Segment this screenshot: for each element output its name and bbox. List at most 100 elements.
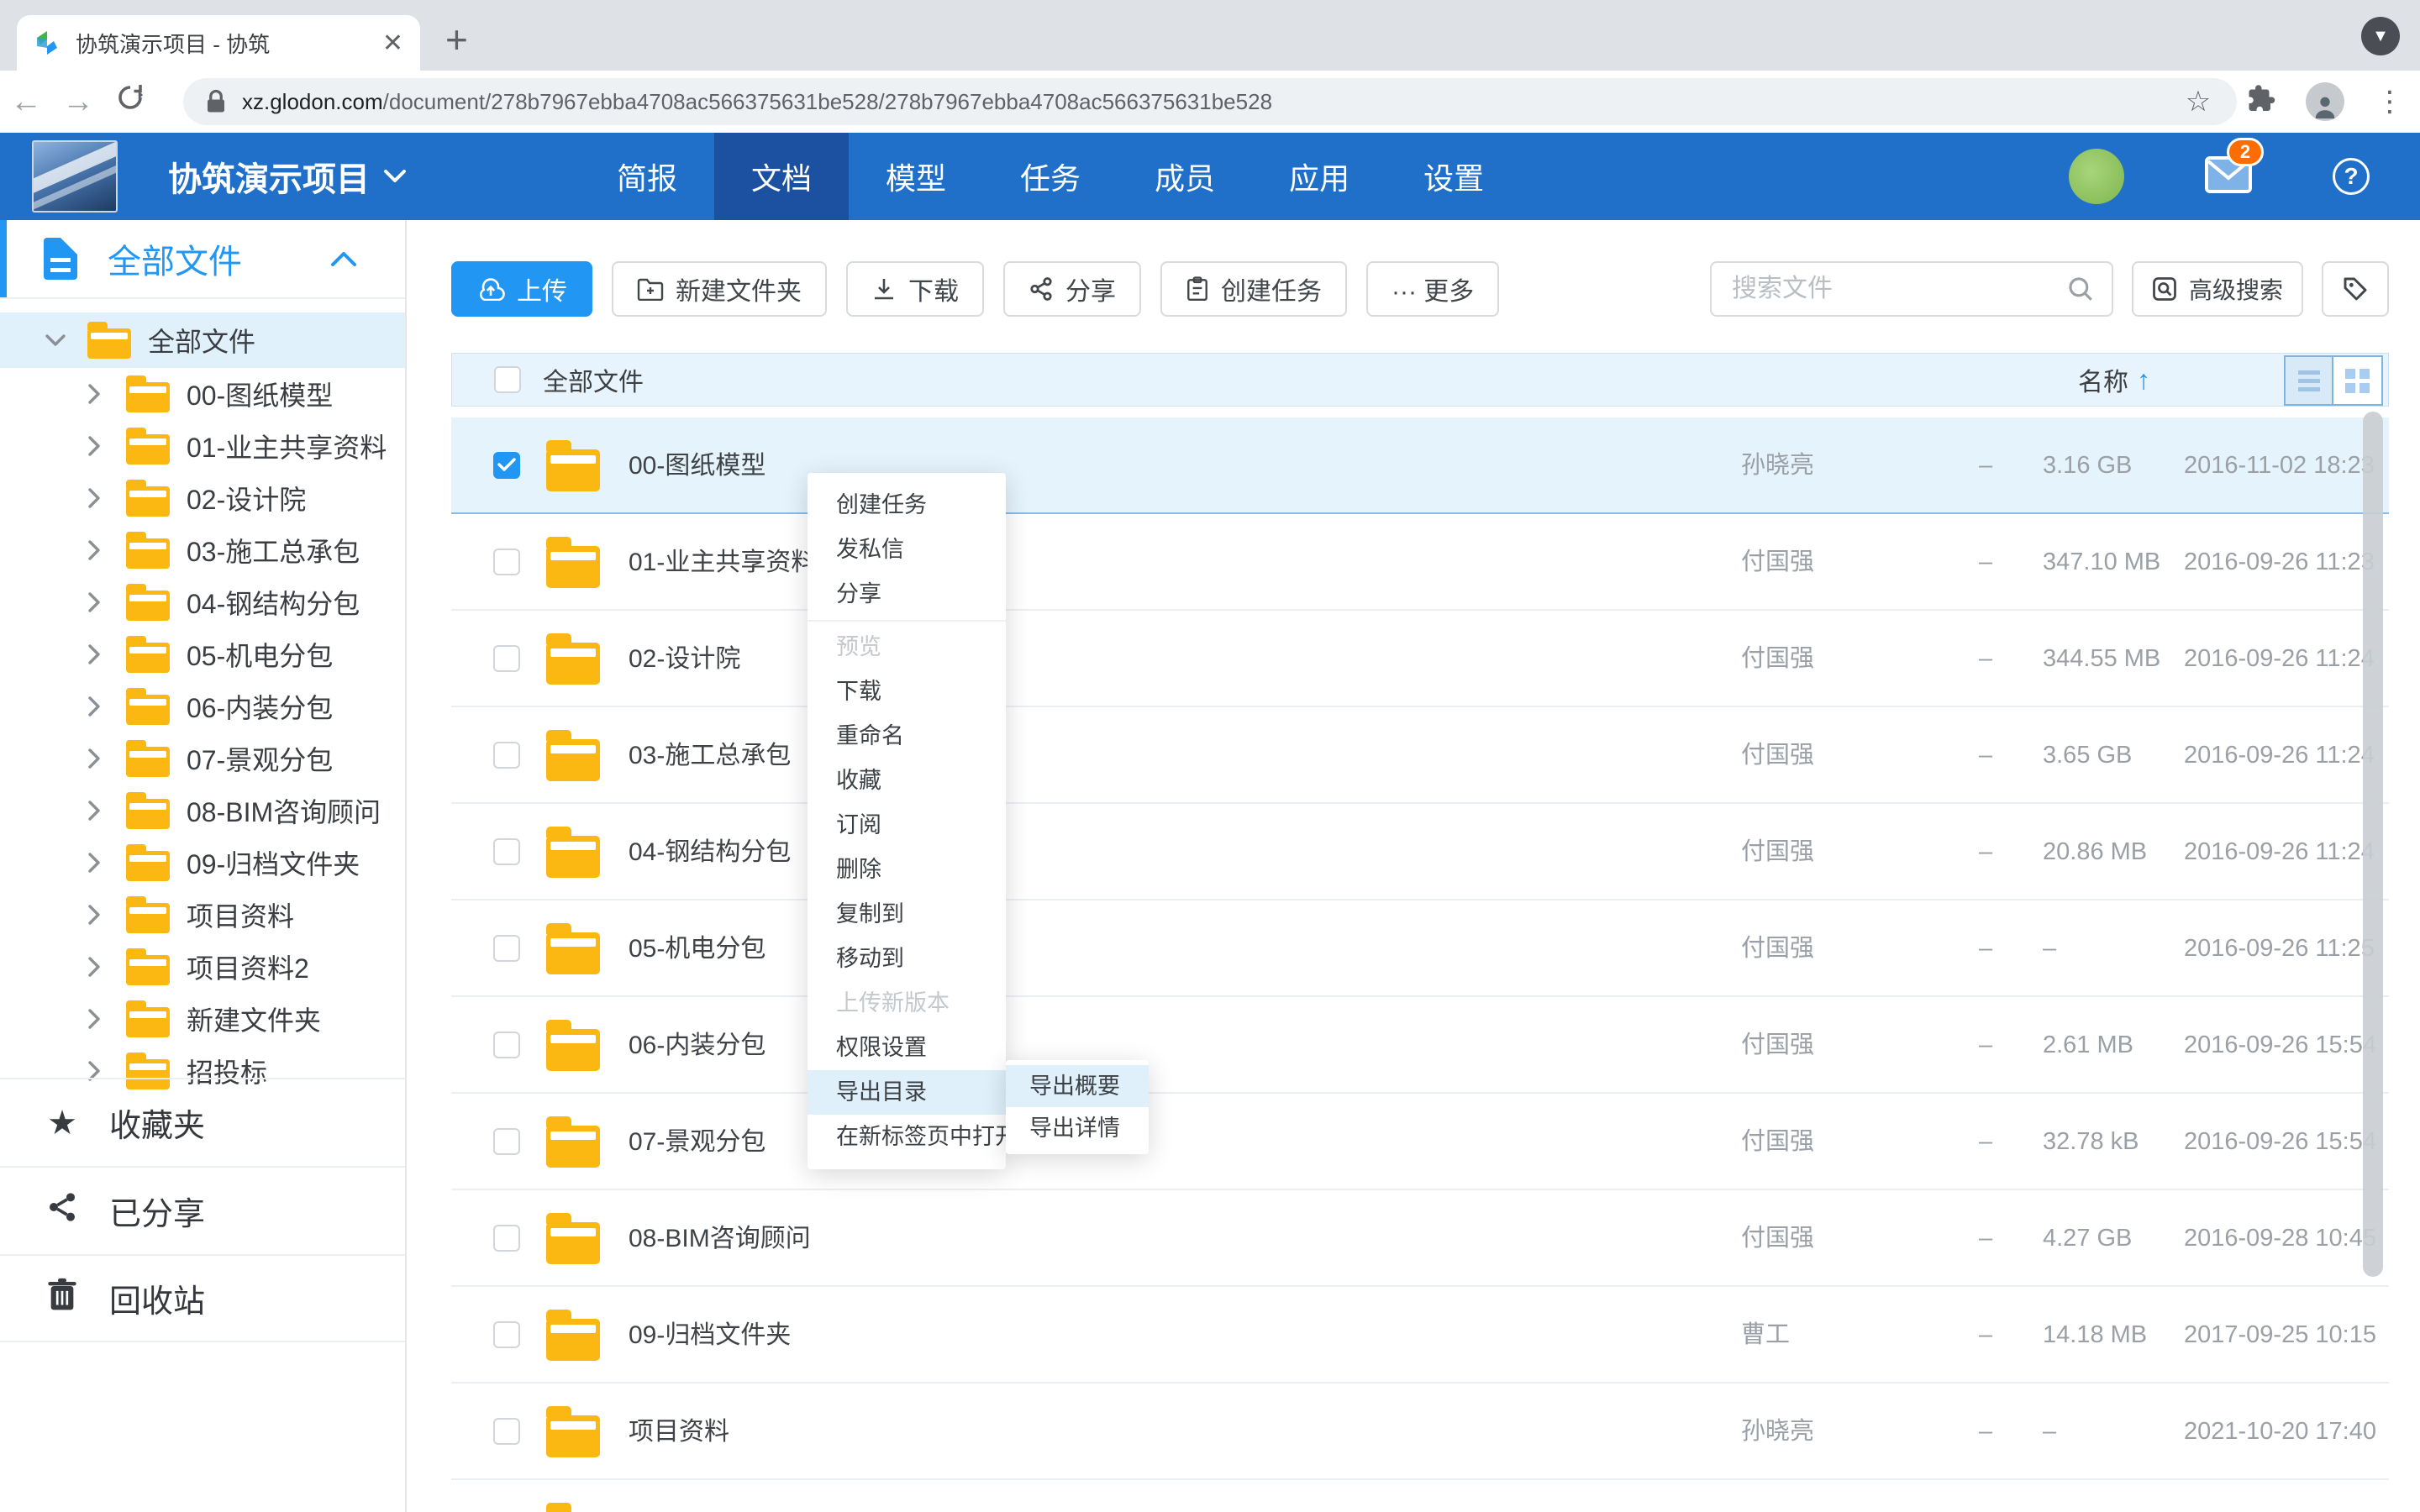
search-input[interactable] [1712, 263, 2112, 315]
back-icon[interactable]: ← [0, 84, 52, 120]
tree-item[interactable]: 06-内装分包 [0, 680, 405, 732]
chevron-right-icon[interactable] [77, 904, 111, 926]
tree-item[interactable]: 08-BIM咨询顾问 [0, 785, 405, 837]
tree-item[interactable]: 09-归档文件夹 [0, 837, 405, 889]
menu-item-private-message[interactable]: 发私信 [808, 528, 1006, 572]
file-name[interactable]: 09-归档文件夹 [629, 1287, 791, 1383]
forward-icon[interactable]: → [52, 84, 104, 120]
chevron-right-icon[interactable] [77, 852, 111, 874]
menu-item-download[interactable]: 下载 [808, 669, 1006, 714]
table-row[interactable]: 06-内装分包 付国强 – 2.61 MB 2016-09-26 15:54 [451, 997, 2389, 1094]
create-task-button[interactable]: 创建任务 [1160, 261, 1347, 317]
tree-item[interactable]: 07-景观分包 [0, 732, 405, 785]
help-icon[interactable]: ? [2333, 158, 2370, 195]
file-name[interactable]: 08-BIM咨询顾问 [629, 1190, 811, 1287]
row-checkbox[interactable] [493, 1418, 520, 1445]
file-name[interactable]: 07-景观分包 [629, 1094, 765, 1190]
file-name[interactable]: 04-钢结构分包 [629, 804, 791, 900]
menu-item-move-to[interactable]: 移动到 [808, 937, 1006, 981]
sidebar-item-recycle[interactable]: 回收站 [0, 1254, 405, 1342]
row-checkbox[interactable] [493, 1128, 520, 1155]
tag-button[interactable] [2322, 261, 2389, 317]
tree-item[interactable]: 05-机电分包 [0, 628, 405, 680]
new-tab-button[interactable]: + [445, 17, 468, 62]
user-avatar[interactable] [2069, 149, 2124, 204]
tree-item[interactable]: 00-图纸模型 [0, 368, 405, 420]
select-all-checkbox[interactable] [494, 366, 521, 393]
sidebar-item-shared[interactable]: 已分享 [0, 1166, 405, 1254]
file-name[interactable]: 06-内装分包 [629, 997, 765, 1094]
submenu-item-export-details[interactable]: 导出详情 [1006, 1107, 1149, 1149]
table-row[interactable]: 02-设计院 付国强 – 344.55 MB 2016-09-26 11:24 [451, 611, 2389, 707]
menu-item-delete[interactable]: 删除 [808, 848, 1006, 892]
tree-item[interactable]: 03-施工总承包 [0, 524, 405, 576]
chevron-right-icon[interactable] [77, 487, 111, 509]
tree-item[interactable]: 新建文件夹 [0, 993, 405, 1045]
table-row[interactable]: 项目资料 孙晓亮 – – 2021-10-20 17:40 [451, 1383, 2389, 1480]
row-checkbox[interactable] [493, 645, 520, 672]
reload-icon[interactable] [104, 82, 156, 121]
chevron-up-icon[interactable] [329, 249, 358, 268]
tab-documents[interactable]: 文档 [714, 133, 849, 220]
search-icon[interactable] [2066, 275, 2095, 303]
chevron-right-icon[interactable] [77, 539, 111, 561]
tab-members[interactable]: 成员 [1118, 133, 1252, 220]
row-checkbox-checked[interactable] [493, 452, 520, 479]
file-name[interactable]: 项目资料 [629, 1383, 729, 1480]
chevron-right-icon[interactable] [77, 748, 111, 769]
submenu-item-export-summary[interactable]: 导出概要 [1006, 1065, 1149, 1107]
menu-item-export-directory[interactable]: 导出目录 [808, 1070, 1006, 1115]
chevron-down-icon[interactable] [39, 333, 72, 348]
file-name[interactable]: 05-机电分包 [629, 900, 765, 997]
table-row[interactable]: 03-施工总承包 付国强 – 3.65 GB 2016-09-26 11:24 [451, 707, 2389, 804]
advanced-search-button[interactable]: 高级搜索 [2132, 261, 2303, 317]
file-name[interactable]: 01-业主共享资料 [629, 514, 816, 611]
browser-menu-icon[interactable]: ⋮ [2373, 85, 2407, 118]
address-bar[interactable]: xz.glodon.com/document/278b7967ebba4708a… [183, 78, 2237, 125]
sidebar-all-files-header[interactable]: 全部文件 [0, 220, 405, 299]
scrollbar-thumb[interactable] [2363, 412, 2383, 1277]
chevron-right-icon[interactable] [77, 800, 111, 822]
table-row[interactable]: 07-景观分包 付国强 – 32.78 kB 2016-09-26 15:54 [451, 1094, 2389, 1190]
row-checkbox[interactable] [493, 935, 520, 962]
search-box[interactable] [1710, 261, 2113, 317]
menu-item-rename[interactable]: 重命名 [808, 714, 1006, 759]
row-checkbox[interactable] [493, 549, 520, 575]
tree-item-root[interactable]: 全部文件 [0, 312, 405, 368]
table-row-partial[interactable] [451, 1480, 2389, 1512]
file-name[interactable]: 03-施工总承包 [629, 707, 791, 804]
tab-close-icon[interactable]: ✕ [382, 29, 403, 58]
chevron-right-icon[interactable] [77, 1008, 111, 1030]
project-switcher[interactable]: 协筑演示项目 [168, 133, 407, 220]
chevron-right-icon[interactable] [77, 435, 111, 457]
menu-item-copy-to[interactable]: 复制到 [808, 892, 1006, 937]
grid-view-icon[interactable] [2333, 357, 2381, 404]
table-row[interactable]: 00-图纸模型 孙晓亮 – 3.16 GB 2016-11-02 18:23 [451, 417, 2389, 514]
menu-item-favorite[interactable]: 收藏 [808, 759, 1006, 803]
tab-apps[interactable]: 应用 [1252, 133, 1386, 220]
bookmark-star-icon[interactable]: ☆ [2181, 85, 2215, 118]
tree-item[interactable]: 项目资料 [0, 889, 405, 941]
chevron-right-icon[interactable] [77, 643, 111, 665]
row-checkbox[interactable] [493, 1032, 520, 1058]
sidebar-item-favorites[interactable]: ★ 收藏夹 [0, 1078, 405, 1166]
more-button[interactable]: ··· 更多 [1366, 261, 1499, 317]
menu-item-permission-settings[interactable]: 权限设置 [808, 1026, 1006, 1070]
chevron-right-icon[interactable] [77, 956, 111, 978]
table-row[interactable]: 04-钢结构分包 付国强 – 20.86 MB 2016-09-26 11:24 [451, 804, 2389, 900]
tab-tasks[interactable]: 任务 [983, 133, 1118, 220]
tree-item[interactable]: 项目资料2 [0, 941, 405, 993]
tree-item[interactable]: 01-业主共享资料 [0, 420, 405, 472]
chevron-right-icon[interactable] [77, 383, 111, 405]
row-checkbox[interactable] [493, 1225, 520, 1252]
tree-item[interactable]: 04-钢结构分包 [0, 576, 405, 628]
extensions-puzzle-icon[interactable] [2244, 83, 2277, 121]
sort-by-name[interactable]: 名称 ↑ [2078, 361, 2150, 398]
messages-button[interactable]: 2 [2205, 156, 2252, 197]
share-button[interactable]: 分享 [1003, 261, 1141, 317]
browser-tab[interactable]: 协筑演示项目 - 协筑 ✕ [17, 15, 420, 71]
row-checkbox[interactable] [493, 838, 520, 865]
download-button[interactable]: 下载 [846, 261, 984, 317]
new-folder-button[interactable]: 新建文件夹 [612, 261, 827, 317]
table-row[interactable]: 08-BIM咨询顾问 付国强 – 4.27 GB 2016-09-28 10:4… [451, 1190, 2389, 1287]
